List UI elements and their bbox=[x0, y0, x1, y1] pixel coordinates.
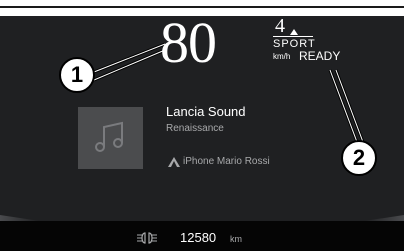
gear-divider bbox=[273, 36, 313, 37]
connected-device: iPhone Mario Rossi bbox=[183, 156, 270, 167]
music-note-icon bbox=[95, 121, 123, 152]
gear-indicator: 4 bbox=[275, 15, 285, 37]
speed-unit-label: km/h bbox=[273, 52, 291, 61]
track-title: Lancia Sound bbox=[166, 104, 246, 119]
speed-readout: 80 bbox=[160, 10, 217, 75]
phone-connection-icon bbox=[168, 157, 180, 167]
callout-marker-1: 1 bbox=[59, 57, 95, 93]
ready-status: READY bbox=[299, 49, 341, 63]
callout-marker-2: 2 bbox=[341, 140, 377, 176]
gear-shift-up-icon bbox=[290, 29, 298, 35]
album-art bbox=[78, 107, 143, 169]
track-artist: Renaissance bbox=[166, 123, 224, 134]
low-beam-headlight-icon bbox=[137, 232, 157, 244]
odometer-value: 12580 bbox=[180, 230, 217, 245]
odometer-unit: km bbox=[230, 234, 242, 244]
